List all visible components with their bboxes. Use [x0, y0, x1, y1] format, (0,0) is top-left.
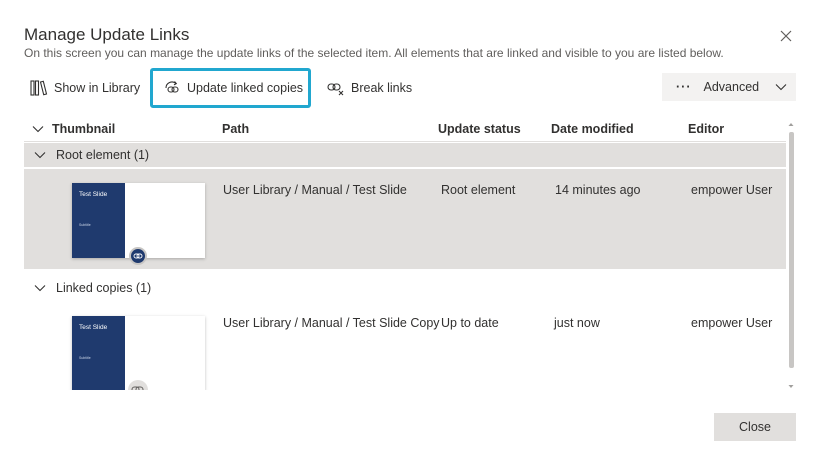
linked-copy-badge-icon — [128, 380, 148, 390]
advanced-dropdown[interactable]: ··· Advanced — [662, 73, 796, 101]
chevron-down-icon — [32, 126, 44, 133]
slide-title: Test Slide — [79, 191, 108, 198]
chevron-down-icon — [775, 84, 787, 91]
break-links-button[interactable]: Break links — [327, 70, 412, 106]
column-header-editor[interactable]: Editor — [688, 117, 724, 141]
table-row[interactable]: Test Slide Subtitle User Library / Manua… — [24, 169, 786, 269]
group-label: Linked copies (1) — [56, 281, 152, 295]
break-link-icon — [327, 83, 344, 96]
column-header-path[interactable]: Path — [222, 117, 249, 141]
show-in-library-label: Show in Library — [54, 81, 141, 95]
close-button[interactable]: Close — [714, 413, 796, 441]
close-icon[interactable] — [776, 26, 796, 46]
slide-subtitle: Subtitle — [79, 356, 91, 360]
status-cell: Up to date — [441, 316, 499, 330]
slide-title: Test Slide — [79, 324, 108, 331]
date-cell: just now — [554, 316, 600, 330]
column-header-update-status[interactable]: Update status — [438, 117, 521, 141]
slide-thumbnail[interactable]: Test Slide Subtitle — [72, 316, 205, 390]
column-header-thumbnail[interactable]: Thumbnail — [32, 117, 115, 141]
advanced-label: Advanced — [703, 80, 760, 94]
slide-subtitle: Subtitle — [79, 223, 91, 227]
scrollbar-thumb[interactable] — [789, 132, 794, 368]
header-divider — [24, 141, 786, 142]
status-cell: Root element — [441, 183, 516, 197]
path-cell: User Library / Manual / Test Slide Copy — [223, 316, 440, 330]
dialog-subtitle: On this screen you can manage the update… — [24, 46, 724, 60]
path-cell: User Library / Manual / Test Slide — [223, 183, 407, 197]
scroll-down-arrow-icon[interactable] — [788, 384, 794, 389]
break-links-label: Break links — [351, 81, 413, 95]
show-in-library-button[interactable]: Show in Library — [30, 70, 140, 106]
group-label: Root element (1) — [56, 148, 150, 162]
dialog-title: Manage Update Links — [24, 25, 190, 44]
table-row[interactable]: Test Slide Subtitle User Library / Manua… — [24, 302, 786, 390]
editor-cell: empower User — [691, 183, 773, 197]
chevron-down-icon — [34, 152, 46, 159]
root-link-badge-icon — [129, 247, 147, 265]
group-header-root[interactable]: Root element (1) — [24, 143, 786, 167]
more-icon: ··· — [676, 80, 692, 94]
column-header-date-modified[interactable]: Date modified — [551, 117, 634, 141]
editor-cell: empower User — [691, 316, 773, 330]
group-header-linked-copies[interactable]: Linked copies (1) — [24, 276, 786, 300]
scroll-up-arrow-icon[interactable] — [788, 122, 794, 127]
column-header-thumbnail-label: Thumbnail — [52, 122, 116, 136]
focus-highlight — [150, 68, 311, 108]
library-icon — [30, 80, 48, 96]
chevron-down-icon — [34, 285, 46, 292]
date-cell: 14 minutes ago — [555, 183, 641, 197]
